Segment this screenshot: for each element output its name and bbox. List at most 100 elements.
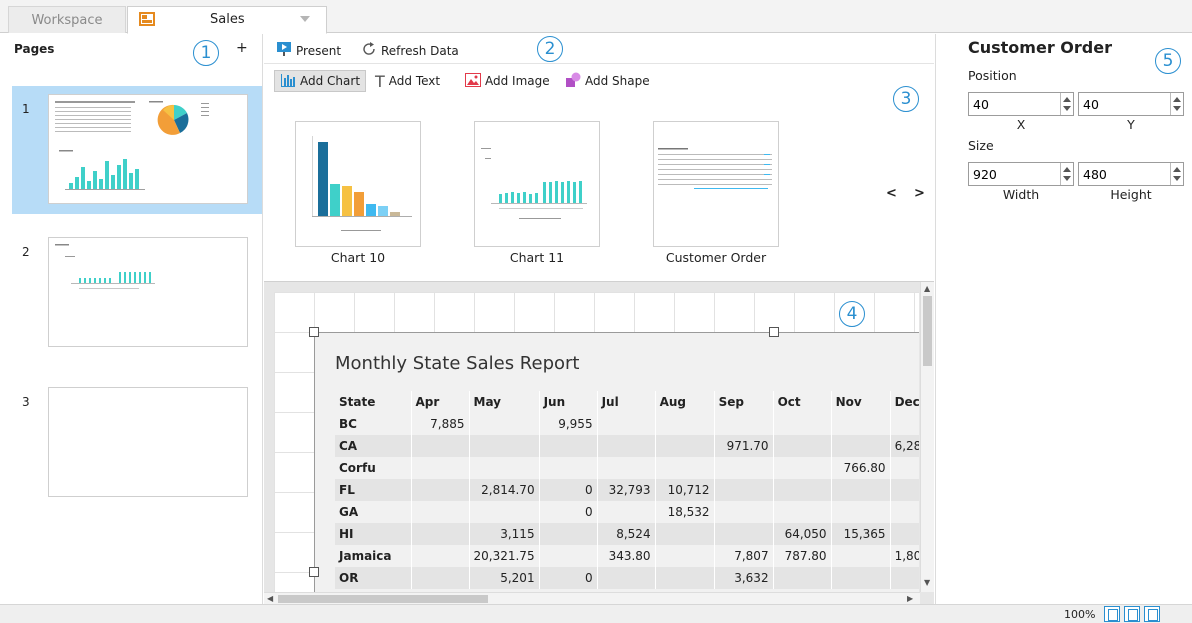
spin-down-icon[interactable] [1173,176,1181,181]
report-table-component[interactable]: Monthly State Sales Report State Apr May… [314,301,919,592]
x-position-spinner[interactable] [968,92,1074,116]
spin-down-icon[interactable] [1173,106,1181,111]
spin-down-icon[interactable] [1063,106,1071,111]
value-cell: 766.80 [831,457,891,479]
width-spinner[interactable] [968,162,1074,186]
page-canvas[interactable]: Monthly State Sales Report State Apr May… [274,292,919,592]
add-chart-button[interactable]: Add Chart [274,70,367,92]
callout-badge-1: 1 [193,40,219,66]
y-position-input[interactable] [1079,93,1167,115]
size-label: Size [968,138,994,153]
spin-up-icon[interactable] [1063,97,1071,102]
gallery-label: Chart 11 [509,250,565,265]
value-cell [655,457,715,479]
scrollbar-thumb[interactable] [923,296,932,366]
value-cell: 343.80 [597,545,656,567]
present-button[interactable]: Present [276,41,341,60]
gallery-prev-button[interactable]: < [886,186,897,201]
value-cell: 32,793 [597,479,656,501]
add-chart-label: Add Chart [300,74,361,88]
state-cell: HI [335,523,412,545]
value-cell [890,501,919,523]
scroll-right-icon[interactable]: ▶ [907,594,913,603]
gallery-item-chart-10[interactable] [295,121,421,247]
scroll-down-icon[interactable]: ▼ [924,578,930,587]
add-shape-button[interactable]: Add Shape [560,70,655,92]
spinner-buttons[interactable] [1060,93,1073,115]
spin-down-icon[interactable] [1063,176,1071,181]
chevron-down-icon[interactable] [300,16,310,22]
add-image-label: Add Image [485,74,550,88]
chart-gallery: 3 Chart 10 Chart 11 Customer Order < > [264,86,934,280]
gallery-item-chart-11[interactable] [474,121,600,247]
value-cell [714,413,774,435]
position-label: Position [968,68,1017,83]
y-position-spinner[interactable] [1078,92,1184,116]
value-cell: 0 [539,501,598,523]
value-cell: 3,115 [469,523,540,545]
spinner-buttons[interactable] [1170,93,1183,115]
gallery-item-customer-order[interactable] [653,121,779,247]
properties-title: Customer Order [968,38,1112,57]
page-item-2[interactable]: 2 [12,229,262,357]
zoom-level: 100% [1064,608,1096,621]
value-cell [773,501,832,523]
value-cell [890,413,919,435]
spinner-buttons[interactable] [1060,163,1073,185]
add-page-button[interactable]: + [236,40,248,56]
resize-handle-middle-left[interactable] [309,567,319,577]
width-input[interactable] [969,163,1057,185]
value-cell [831,413,891,435]
value-cell [597,501,656,523]
pages-title: Pages [14,42,55,56]
view-mode-width-icon[interactable] [1144,606,1160,622]
refresh-icon [361,41,377,60]
value-cell: 20,321.75 [469,545,540,567]
value-cell: 8,524 [597,523,656,545]
view-mode-fit-icon[interactable] [1104,606,1120,622]
value-cell [714,501,774,523]
height-spinner[interactable] [1078,162,1184,186]
value-cell [597,567,656,589]
gallery-next-button[interactable]: > [914,186,925,201]
tab-sales[interactable]: Sales [127,6,327,34]
x-position-input[interactable] [969,93,1057,115]
pages-panel: Pages + 1 1 2 3 [0,34,263,604]
spin-up-icon[interactable] [1063,167,1071,172]
scroll-up-icon[interactable]: ▲ [924,284,930,293]
resize-handle-top-left[interactable] [309,327,319,337]
column-header: Dec [890,391,919,413]
resize-handle-top-center[interactable] [769,327,779,337]
spin-up-icon[interactable] [1173,167,1181,172]
scrollbar-thumb[interactable] [278,595,488,603]
value-cell [469,435,540,457]
table-row: Jamaica 20,321.75 343.80 7,807787.80 1,809 [335,545,919,567]
value-cell [655,567,715,589]
tab-workspace[interactable]: Workspace [8,6,126,33]
design-canvas-area: Monthly State Sales Report State Apr May… [264,281,934,605]
vertical-scrollbar[interactable]: ▲ ▼ [920,282,934,592]
tab-bar: Workspace Sales [0,0,1192,34]
value-cell: 7,807 [714,545,774,567]
add-text-button[interactable]: T Add Text [370,70,445,92]
page-thumbnail [48,387,248,497]
spin-up-icon[interactable] [1173,97,1181,102]
page-item-1[interactable]: 1 [12,86,262,214]
value-cell [890,567,919,589]
column-header: Aug [655,391,715,413]
view-mode-page-icon[interactable] [1124,606,1140,622]
height-input[interactable] [1079,163,1167,185]
scroll-left-icon[interactable]: ◀ [267,594,273,603]
value-cell [469,501,540,523]
page-item-3[interactable]: 3 [12,379,262,507]
refresh-data-button[interactable]: Refresh Data [361,41,459,60]
add-image-button[interactable]: Add Image [460,70,555,92]
properties-panel: Customer Order 5 Position X Y Size Width… [935,34,1192,604]
value-cell: 1,809 [890,545,919,567]
table-row: FL 2,814.70 0 32,793 10,712 [335,479,919,501]
text-icon: T [375,71,385,91]
value-cell: 0 [539,567,598,589]
value-cell [890,479,919,501]
value-cell: 64,050 [773,523,832,545]
spinner-buttons[interactable] [1170,163,1183,185]
